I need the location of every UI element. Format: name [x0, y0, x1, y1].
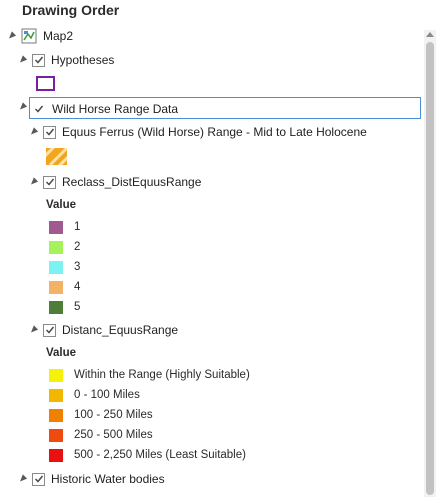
layer-label: Hypotheses [51, 53, 115, 67]
legend-label: 0 - 100 Miles [74, 389, 140, 401]
legend-label: 100 - 250 Miles [74, 409, 153, 421]
layer-historic-water[interactable]: Historic Water bodies [17, 470, 165, 488]
hatched-symbol [46, 148, 67, 165]
checkmark-icon [34, 105, 43, 113]
expand-triangle-icon[interactable] [28, 325, 39, 335]
layer-reclass[interactable]: Reclass_DistEquusRange [28, 173, 202, 191]
map-item[interactable]: Map2 [6, 27, 74, 45]
expand-triangle-icon[interactable] [28, 127, 39, 137]
legend-label: 3 [74, 261, 81, 273]
group-label[interactable]: Wild Horse Range Data [52, 102, 178, 116]
legend-label: 250 - 500 Miles [74, 429, 153, 441]
group-rename-field[interactable]: Wild Horse Range Data [29, 97, 421, 119]
layer-label: Distanc_EquusRange [62, 323, 179, 337]
layer-label: Reclass_DistEquusRange [62, 175, 202, 189]
scroll-up-arrow-icon[interactable] [426, 32, 434, 37]
legend-label: 4 [74, 281, 81, 293]
visibility-checkbox[interactable] [32, 472, 45, 486]
legend-swatch [49, 448, 63, 462]
panel-title: Drawing Order [22, 2, 120, 18]
map-label: Map2 [43, 29, 74, 43]
legend-item: 5 [49, 299, 80, 315]
expand-triangle-icon[interactable] [6, 31, 17, 41]
expand-triangle-icon[interactable] [17, 55, 28, 65]
expand-triangle-icon[interactable] [17, 102, 28, 112]
vertical-scrollbar[interactable] [424, 30, 436, 497]
legend-item: 3 [49, 259, 80, 275]
map-icon [21, 28, 37, 44]
value-header: Value [46, 199, 77, 211]
legend-item: 2 [49, 239, 80, 255]
legend-swatch [49, 408, 63, 422]
legend-item: 100 - 250 Miles [49, 407, 153, 423]
legend-label: 5 [74, 301, 81, 313]
legend-label: 2 [74, 241, 81, 253]
layer-equus-range[interactable]: Equus Ferrus (Wild Horse) Range - Mid to… [28, 123, 367, 141]
visibility-checkbox[interactable] [43, 125, 56, 139]
checkmark-icon [34, 475, 43, 483]
legend-swatch [49, 220, 63, 234]
legend-label: Within the Range (Highly Suitable) [74, 369, 250, 381]
visibility-checkbox[interactable] [32, 53, 45, 67]
layer-label: Equus Ferrus (Wild Horse) Range - Mid to… [62, 125, 367, 139]
layer-hypotheses[interactable]: Hypotheses [17, 51, 115, 69]
value-header: Value [46, 347, 77, 359]
checkmark-icon [45, 128, 54, 136]
drawing-order-panel: Drawing Order Map2 Hypotheses Wild Horse… [0, 0, 436, 497]
visibility-checkbox[interactable] [43, 175, 56, 189]
checkmark-icon [45, 326, 54, 334]
visibility-checkbox[interactable] [43, 323, 56, 337]
legend-swatch [49, 428, 63, 442]
legend-swatch [49, 368, 63, 382]
scroll-thumb[interactable] [426, 42, 434, 495]
checkmark-icon [45, 178, 54, 186]
legend-item: Within the Range (Highly Suitable) [49, 367, 250, 383]
legend-swatch [49, 300, 63, 314]
legend-swatch [49, 280, 63, 294]
layer-distanc[interactable]: Distanc_EquusRange [28, 321, 179, 339]
legend-item: 500 - 2,250 Miles (Least Suitable) [49, 447, 246, 463]
legend-swatch [49, 240, 63, 254]
legend-label: 500 - 2,250 Miles (Least Suitable) [74, 449, 246, 461]
visibility-checkbox[interactable] [32, 102, 45, 115]
legend-item: 4 [49, 279, 80, 295]
checkmark-icon [34, 56, 43, 64]
legend-swatch [49, 388, 63, 402]
layer-label: Historic Water bodies [51, 472, 165, 486]
legend-item: 250 - 500 Miles [49, 427, 153, 443]
polygon-symbol [36, 76, 55, 91]
legend-item: 0 - 100 Miles [49, 387, 140, 403]
legend-label: 1 [74, 221, 81, 233]
expand-triangle-icon[interactable] [17, 474, 28, 484]
legend-swatch [49, 260, 63, 274]
legend-item: 1 [49, 219, 80, 235]
expand-triangle-icon[interactable] [28, 177, 39, 187]
